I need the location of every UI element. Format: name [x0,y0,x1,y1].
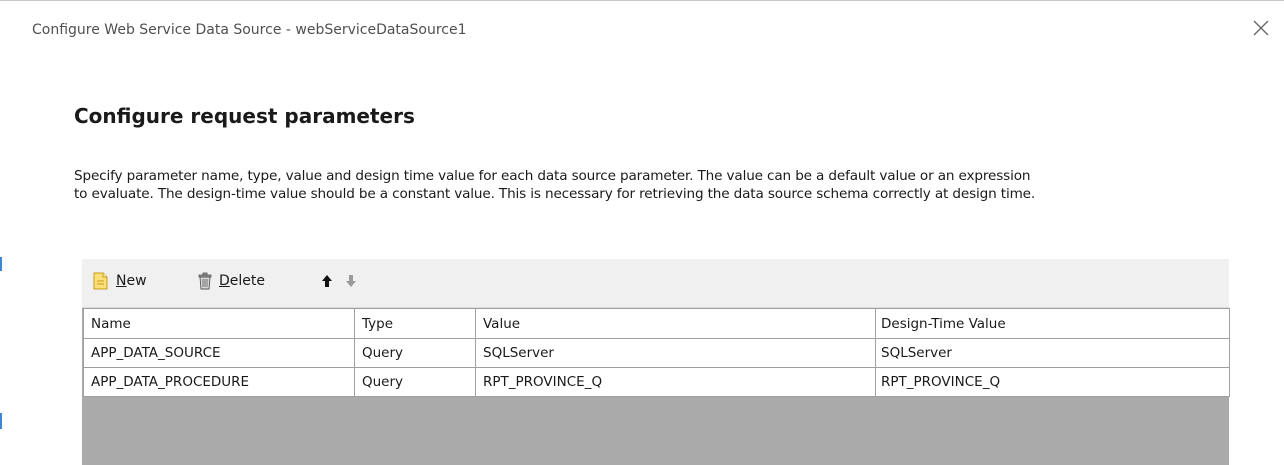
column-header-design-time-value[interactable]: Design-Time Value [875,308,1230,339]
arrow-up-icon [322,275,332,287]
cell-value[interactable]: RPT_PROVINCE_Q [475,367,876,397]
window-title: Configure Web Service Data Source - webS… [32,22,467,38]
cell-name[interactable]: APP_DATA_PROCEDURE [83,367,355,397]
parameters-table: Name Type Value Design-Time Value APP_DA… [83,308,1230,397]
table-row[interactable]: APP_DATA_PROCEDURE Query RPT_PROVINCE_Q … [83,367,1230,397]
new-button[interactable]: New [93,269,147,293]
description-line: Specify parameter name, type, value and … [74,168,1031,184]
move-down-button[interactable] [345,269,364,293]
table-row[interactable]: APP_DATA_SOURCE Query SQLServer SQLServe… [83,338,1230,368]
cell-type[interactable]: Query [354,367,476,397]
cell-design-time-value[interactable]: RPT_PROVINCE_Q [875,367,1230,397]
table-header-row: Name Type Value Design-Time Value [83,308,1230,339]
page-title: Configure request parameters [74,104,415,128]
delete-button-label: Delete [219,273,265,289]
cell-design-time-value[interactable]: SQLServer [875,338,1230,368]
cell-type[interactable]: Query [354,338,476,368]
parameters-grid: New Delete Name Type Value Design-Time V… [82,259,1230,465]
column-header-type[interactable]: Type [354,308,476,339]
close-icon[interactable] [1252,19,1270,37]
arrow-down-icon [346,275,356,287]
description-line: to evaluate. The design-time value shoul… [74,186,1036,202]
new-document-icon [93,272,108,290]
cell-name[interactable]: APP_DATA_SOURCE [83,338,355,368]
new-button-label: New [116,273,147,289]
configure-dialog: Configure Web Service Data Source - webS… [0,0,1284,465]
page-description: Specify parameter name, type, value and … [74,167,1264,203]
cell-value[interactable]: SQLServer [475,338,876,368]
column-header-value[interactable]: Value [475,308,876,339]
edge-accent-mark [0,257,2,271]
delete-bin-icon [198,272,212,290]
column-header-name[interactable]: Name [83,308,355,339]
delete-button[interactable]: Delete [198,269,265,293]
move-up-button[interactable] [321,269,340,293]
grid-toolbar: New Delete [82,259,1229,308]
edge-accent-mark [0,413,2,429]
background-window-edge [0,1,18,465]
